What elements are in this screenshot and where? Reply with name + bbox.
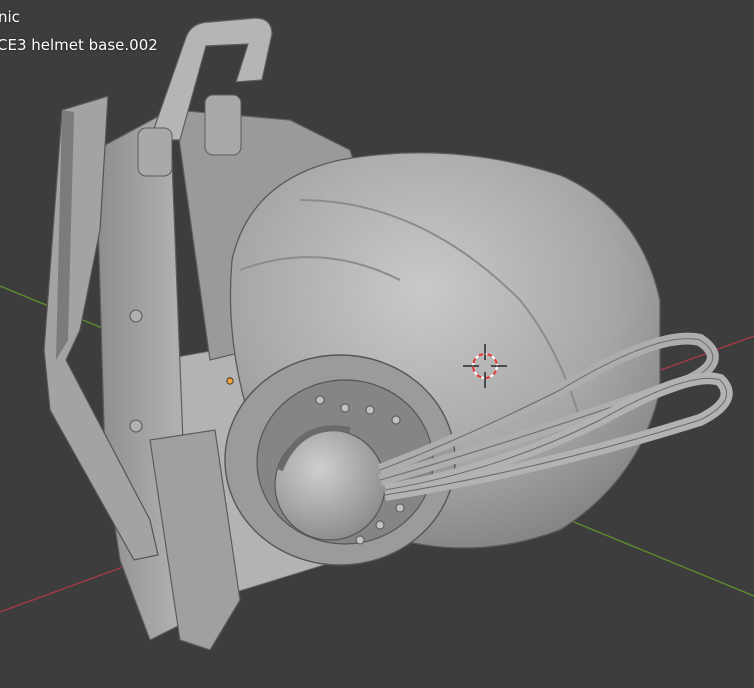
helmet-mesh[interactable] [43,17,733,651]
rivet [365,405,375,415]
viewport-scene[interactable] [0,0,754,688]
active-object-label: CE3 helmet base.002 [0,36,158,54]
rivet [375,520,385,530]
handle-post [204,94,242,156]
rivet [315,395,325,405]
rivet [355,535,365,545]
rivet [391,415,401,425]
rivet [395,503,405,513]
handle-post [137,127,173,177]
hinge-bolt [129,309,143,323]
3d-viewport[interactable]: nic CE3 helmet base.002 [0,0,754,688]
rivet [340,403,350,413]
view-name-label: nic [0,8,20,26]
hinge-bolt [129,419,143,433]
object-origin-icon[interactable] [226,377,234,385]
